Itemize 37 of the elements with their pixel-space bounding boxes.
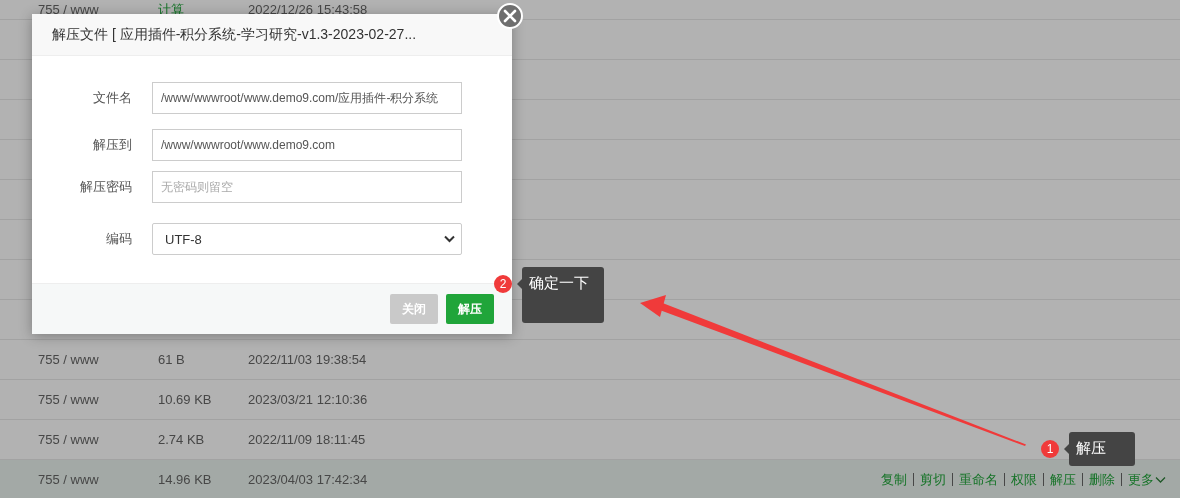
- table-cell-text: 2022/11/09 18:11:45: [248, 432, 367, 447]
- input-field[interactable]: /www/wwwroot/www.demo9.com/应用插件-积分系统: [152, 82, 462, 114]
- field-label: 文件名: [92, 89, 132, 107]
- input-field[interactable]: /www/wwwroot/www.demo9.com: [152, 129, 462, 161]
- select-field[interactable]: UTF-8: [152, 223, 462, 255]
- field-label: 解压密码: [79, 178, 132, 196]
- action-link[interactable]: 删除: [1089, 470, 1115, 489]
- table-cell-text: 2023/03/21 12:10:36: [248, 392, 369, 407]
- action-link[interactable]: 重命名: [959, 470, 998, 489]
- table-cell-text: 61 B: [158, 352, 186, 367]
- action-link[interactable]: 复制: [881, 470, 907, 489]
- action-link[interactable]: 更多: [1128, 470, 1166, 489]
- table-cell-text: 755 / www: [38, 432, 100, 447]
- table-cell-text: 755 / www: [38, 392, 100, 407]
- table-cell-text: 755 / www: [38, 352, 100, 367]
- table-cell-text: 2023/04/03 17:42:34: [248, 472, 369, 487]
- dialog-title: 解压文件 [ 应用插件-积分系统-学习研究-v1.3-2023-02-27...: [52, 25, 417, 44]
- table-cell-text: 10.69 KB: [158, 392, 213, 407]
- step-badge: 1: [1041, 440, 1059, 458]
- action-link[interactable]: 解压: [1050, 470, 1076, 489]
- input-field[interactable]: 无密码则留空: [152, 171, 462, 203]
- action-link[interactable]: 剪切: [920, 470, 946, 489]
- table-cell-text: 2022/11/03 19:38:54: [248, 352, 368, 367]
- table-cell-text: 2022/12/26 15:43:58: [248, 2, 369, 17]
- tooltip: 解压: [1069, 432, 1135, 466]
- table-cell-text: 755 / www: [38, 2, 100, 17]
- chevron-down-icon: [444, 235, 455, 243]
- dialog-button[interactable]: 解压: [446, 294, 494, 324]
- action-link[interactable]: 权限: [1011, 470, 1037, 489]
- field-label: 解压到: [92, 136, 132, 154]
- close-icon[interactable]: [497, 3, 523, 29]
- tooltip: 确定一下: [522, 267, 604, 323]
- table-cell-text: 2.74 KB: [158, 432, 206, 447]
- table-cell-text: 755 / www: [38, 472, 100, 487]
- table-cell-text: 14.96 KB: [158, 472, 213, 487]
- chevron-down-icon: [1155, 475, 1166, 484]
- field-label: 编码: [105, 230, 132, 248]
